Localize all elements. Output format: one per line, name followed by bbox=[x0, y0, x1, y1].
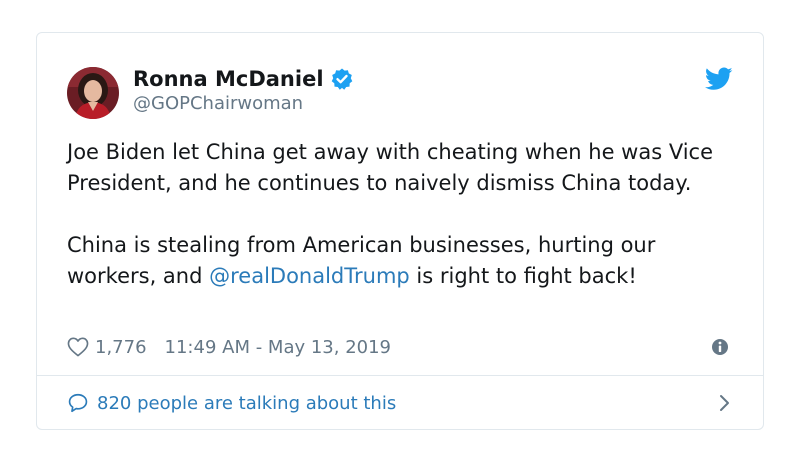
tweet-paragraph-2: China is stealing from American business… bbox=[67, 230, 747, 292]
info-icon[interactable] bbox=[711, 338, 729, 356]
author-handle[interactable]: @GOPChairwoman bbox=[133, 93, 303, 114]
like-count[interactable]: 1,776 bbox=[95, 337, 147, 358]
tweet-paragraph-1: Joe Biden let China get away with cheati… bbox=[67, 140, 714, 195]
conversation-link[interactable]: 820 people are talking about this bbox=[67, 376, 733, 430]
tweet-meta: 1,776 11:49 AM - May 13, 2019 bbox=[67, 333, 391, 361]
author-row: Ronna McDaniel bbox=[133, 66, 354, 92]
tweet-card: Ronna McDaniel @GOPChairwoman Joe Biden … bbox=[36, 32, 764, 430]
speech-bubble-icon bbox=[68, 393, 88, 413]
tweet-timestamp[interactable]: 11:49 AM - May 13, 2019 bbox=[165, 337, 391, 358]
chevron-right-icon[interactable] bbox=[717, 392, 733, 414]
mention-link[interactable]: @realDonaldTrump bbox=[209, 264, 410, 288]
tweet-text-after-mention: is right to fight back! bbox=[409, 264, 637, 288]
verified-badge-icon bbox=[331, 68, 352, 90]
author-display-name[interactable]: Ronna McDaniel bbox=[133, 67, 324, 91]
heart-icon[interactable] bbox=[67, 337, 89, 357]
talking-about-this-text[interactable]: 820 people are talking about this bbox=[97, 393, 717, 414]
twitter-bird-icon[interactable] bbox=[705, 67, 733, 91]
tweet-text: Joe Biden let China get away with cheati… bbox=[67, 137, 747, 292]
avatar[interactable] bbox=[67, 67, 119, 119]
